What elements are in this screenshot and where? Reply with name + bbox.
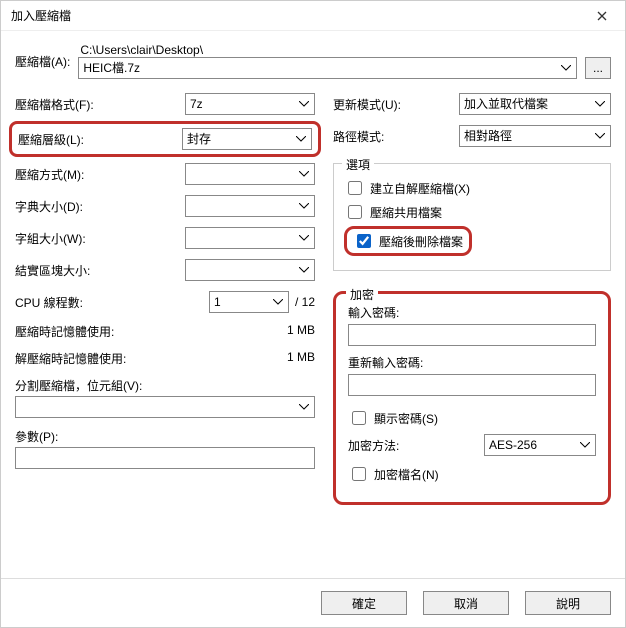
archive-path: C:\Users\clair\Desktop\ [80,43,611,57]
titlebar: 加入壓縮檔 [1,1,625,31]
share-label: 壓縮共用檔案 [370,204,442,221]
archive-name-select[interactable]: HEIC檔.7z [78,57,577,79]
delete-checkbox[interactable] [357,234,371,248]
word-select[interactable] [185,227,315,249]
cpu-select[interactable]: 1 [209,291,289,313]
archive-label: 壓縮檔(A): [15,53,70,70]
params-label: 參數(P): [15,428,315,445]
encryption-group: 加密 輸入密碼: 重新輸入密碼: 顯示密碼(S) 加密方法: AES-256 [333,291,611,505]
cancel-button[interactable]: 取消 [423,591,509,615]
encmethod-label: 加密方法: [348,437,399,454]
encmethod-select[interactable]: AES-256 [484,434,596,456]
format-label: 壓縮檔格式(F): [15,96,94,113]
cpu-total: / 12 [295,295,315,309]
mem-compress-label: 壓縮時記憶體使用: [15,323,114,340]
sfx-label: 建立自解壓縮檔(X) [370,180,470,197]
browse-button[interactable]: ... [585,57,611,79]
level-highlight: 壓縮層級(L): 封存 [9,121,321,157]
method-label: 壓縮方式(M): [15,166,84,183]
encnames-label: 加密檔名(N) [374,466,439,483]
close-button[interactable] [579,1,625,31]
pw1-label: 輸入密碼: [348,304,596,321]
split-select[interactable] [15,396,315,418]
mem-compress-value: 1 MB [287,323,315,340]
window-title: 加入壓縮檔 [11,7,71,24]
word-label: 字組大小(W): [15,230,86,247]
split-label: 分割壓縮檔，位元組(V): [15,377,315,394]
solid-label: 結實區塊大小: [15,262,90,279]
pathmode-select[interactable]: 相對路徑 [459,125,611,147]
format-select[interactable]: 7z [185,93,315,115]
params-input[interactable] [15,447,315,469]
ok-button[interactable]: 確定 [321,591,407,615]
cpu-label: CPU 線程數: [15,294,83,311]
sfx-checkbox[interactable] [348,181,362,195]
pw1-input[interactable] [348,324,596,346]
dialog-window: 加入壓縮檔 壓縮檔(A): C:\Users\clair\Desktop\ HE… [0,0,626,628]
level-label: 壓縮層級(L): [18,131,84,148]
pw2-input[interactable] [348,374,596,396]
update-label: 更新模式(U): [333,96,401,113]
help-button[interactable]: 說明 [525,591,611,615]
options-group: 選項 建立自解壓縮檔(X) 壓縮共用檔案 壓縮後刪除檔案 [333,163,611,271]
dict-label: 字典大小(D): [15,198,83,215]
dict-select[interactable] [185,195,315,217]
update-select[interactable]: 加入並取代檔案 [459,93,611,115]
level-select[interactable]: 封存 [182,128,312,150]
showpw-label: 顯示密碼(S) [374,410,438,427]
solid-select[interactable] [185,259,315,281]
options-legend: 選項 [342,156,374,173]
delete-highlight: 壓縮後刪除檔案 [344,226,472,256]
share-checkbox[interactable] [348,205,362,219]
close-icon [597,11,607,21]
delete-label: 壓縮後刪除檔案 [379,233,463,250]
encryption-legend: 加密 [346,286,378,303]
method-select[interactable] [185,163,315,185]
showpw-checkbox[interactable] [352,411,366,425]
encnames-checkbox[interactable] [352,467,366,481]
pathmode-label: 路徑模式: [333,128,384,145]
footer: 確定 取消 說明 [1,578,625,627]
pw2-label: 重新輸入密碼: [348,354,596,371]
mem-decompress-value: 1 MB [287,350,315,367]
mem-decompress-label: 解壓縮時記憶體使用: [15,350,126,367]
